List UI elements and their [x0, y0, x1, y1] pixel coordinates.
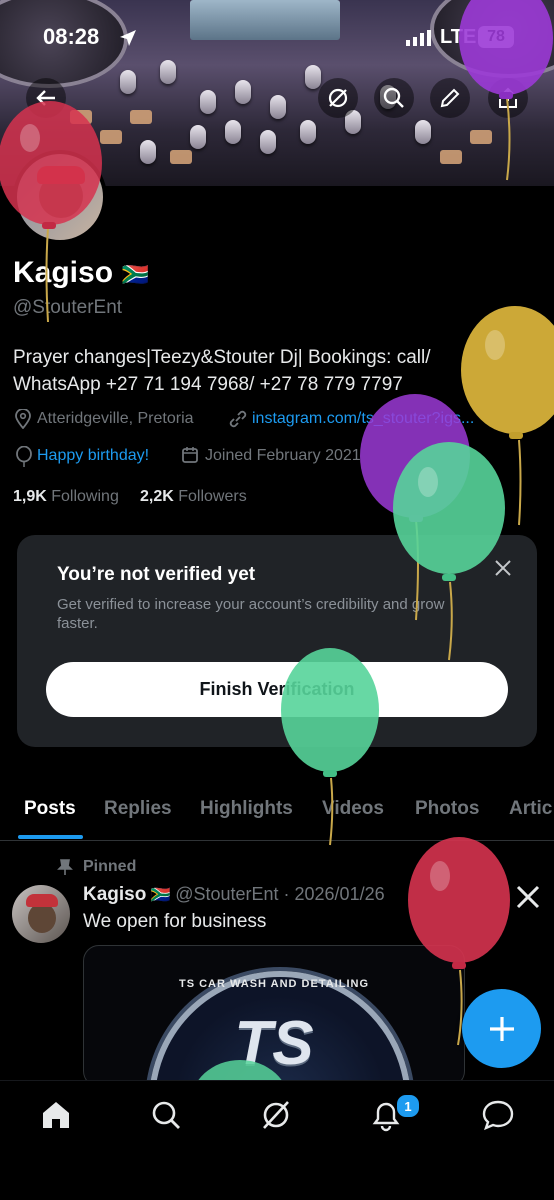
edit-button[interactable]	[430, 78, 470, 118]
notification-badge: 1	[395, 1093, 421, 1119]
share-icon	[499, 87, 517, 108]
following-stat[interactable]: 1,9K Following	[13, 488, 119, 506]
tabs-divider	[0, 840, 554, 841]
flag-emoji: 🇿🇦	[121, 262, 149, 287]
profile-location: Atteridgeville, Pretoria	[37, 410, 194, 427]
balloon-icon	[16, 446, 32, 467]
tab-posts[interactable]: Posts	[24, 798, 76, 820]
profile-avatar[interactable]	[13, 150, 107, 244]
grok-nav-icon[interactable]	[259, 1098, 293, 1132]
location-pin-icon	[15, 409, 31, 429]
messages-icon[interactable]	[481, 1098, 515, 1132]
signal-icon	[406, 30, 431, 46]
verification-title: You’re not verified yet	[57, 564, 256, 585]
status-time: 08:28	[43, 24, 100, 49]
profile-handle: @StouterEnt	[13, 297, 123, 318]
following-label: Following	[51, 488, 119, 505]
search-icon	[383, 87, 404, 108]
grok-icon	[328, 88, 348, 108]
x-logo-icon[interactable]	[515, 884, 541, 910]
search-button[interactable]	[374, 78, 414, 118]
edit-pencil-icon	[440, 88, 460, 108]
close-icon[interactable]	[493, 558, 513, 578]
tab-videos[interactable]: Videos	[322, 798, 384, 820]
yellow-balloon-icon	[461, 306, 554, 526]
profile-name: Kagiso	[13, 256, 114, 289]
post-handle-date: @StouterEnt · 2026/01/26	[175, 884, 385, 904]
share-button[interactable]	[488, 78, 528, 118]
back-arrow-icon	[36, 90, 55, 106]
following-count: 1,9K	[13, 488, 47, 505]
profile-bio: Prayer changes|Teezy&Stouter Dj| Booking…	[13, 344, 543, 398]
active-tab-indicator	[18, 835, 83, 839]
profile-name-row: Kagiso 🇿🇦	[13, 256, 149, 290]
post-flag: 🇿🇦	[150, 887, 171, 904]
verification-body: Get verified to increase your account’s …	[57, 596, 445, 632]
pin-icon	[57, 859, 73, 875]
media-logo-text: TS	[234, 1009, 314, 1078]
link-icon	[229, 410, 247, 428]
home-icon[interactable]	[39, 1098, 73, 1132]
grok-button[interactable]	[318, 78, 358, 118]
followers-count: 2,2K	[140, 488, 174, 505]
post-author-avatar[interactable]	[12, 885, 70, 943]
followers-label: Followers	[178, 488, 247, 505]
post-author-name[interactable]: Kagiso	[83, 884, 146, 905]
plus-icon	[489, 1016, 514, 1041]
birthday-link[interactable]: Happy birthday!	[37, 447, 149, 465]
media-caption: TS CAR WASH AND DETAILING	[179, 978, 369, 990]
compose-post-button[interactable]	[462, 989, 541, 1068]
finish-verification-button[interactable]: Finish Verification	[46, 662, 508, 717]
tab-highlights[interactable]: Highlights	[200, 798, 293, 820]
tab-replies[interactable]: Replies	[104, 798, 172, 820]
bio-line-2: WhatsApp +27 71 194 7968/ +27 78 779 779…	[13, 374, 403, 395]
pinned-label: Pinned	[83, 858, 137, 875]
calendar-icon	[182, 447, 198, 463]
post-text: We open for business	[83, 911, 267, 932]
post-header: Kagiso 🇿🇦 @StouterEnt · 2026/01/26	[83, 884, 385, 906]
explore-icon[interactable]	[149, 1098, 183, 1132]
network-type: LTE	[440, 26, 477, 48]
post-media-image[interactable]: TS CAR WASH AND DETAILING TS	[83, 945, 465, 1087]
location-arrow-icon	[120, 30, 136, 46]
profile-website-link[interactable]: instagram.com/ts_stouter?igs...	[252, 410, 474, 428]
tab-articles[interactable]: Artic	[509, 798, 552, 820]
bio-line-1: Prayer changes|Teezy&Stouter Dj| Booking…	[13, 347, 431, 368]
battery-indicator: 78	[478, 26, 514, 48]
back-button[interactable]	[26, 78, 66, 118]
tab-photos[interactable]: Photos	[415, 798, 479, 820]
followers-stat[interactable]: 2,2K Followers	[140, 488, 247, 506]
joined-date: Joined February 2021	[205, 447, 361, 464]
